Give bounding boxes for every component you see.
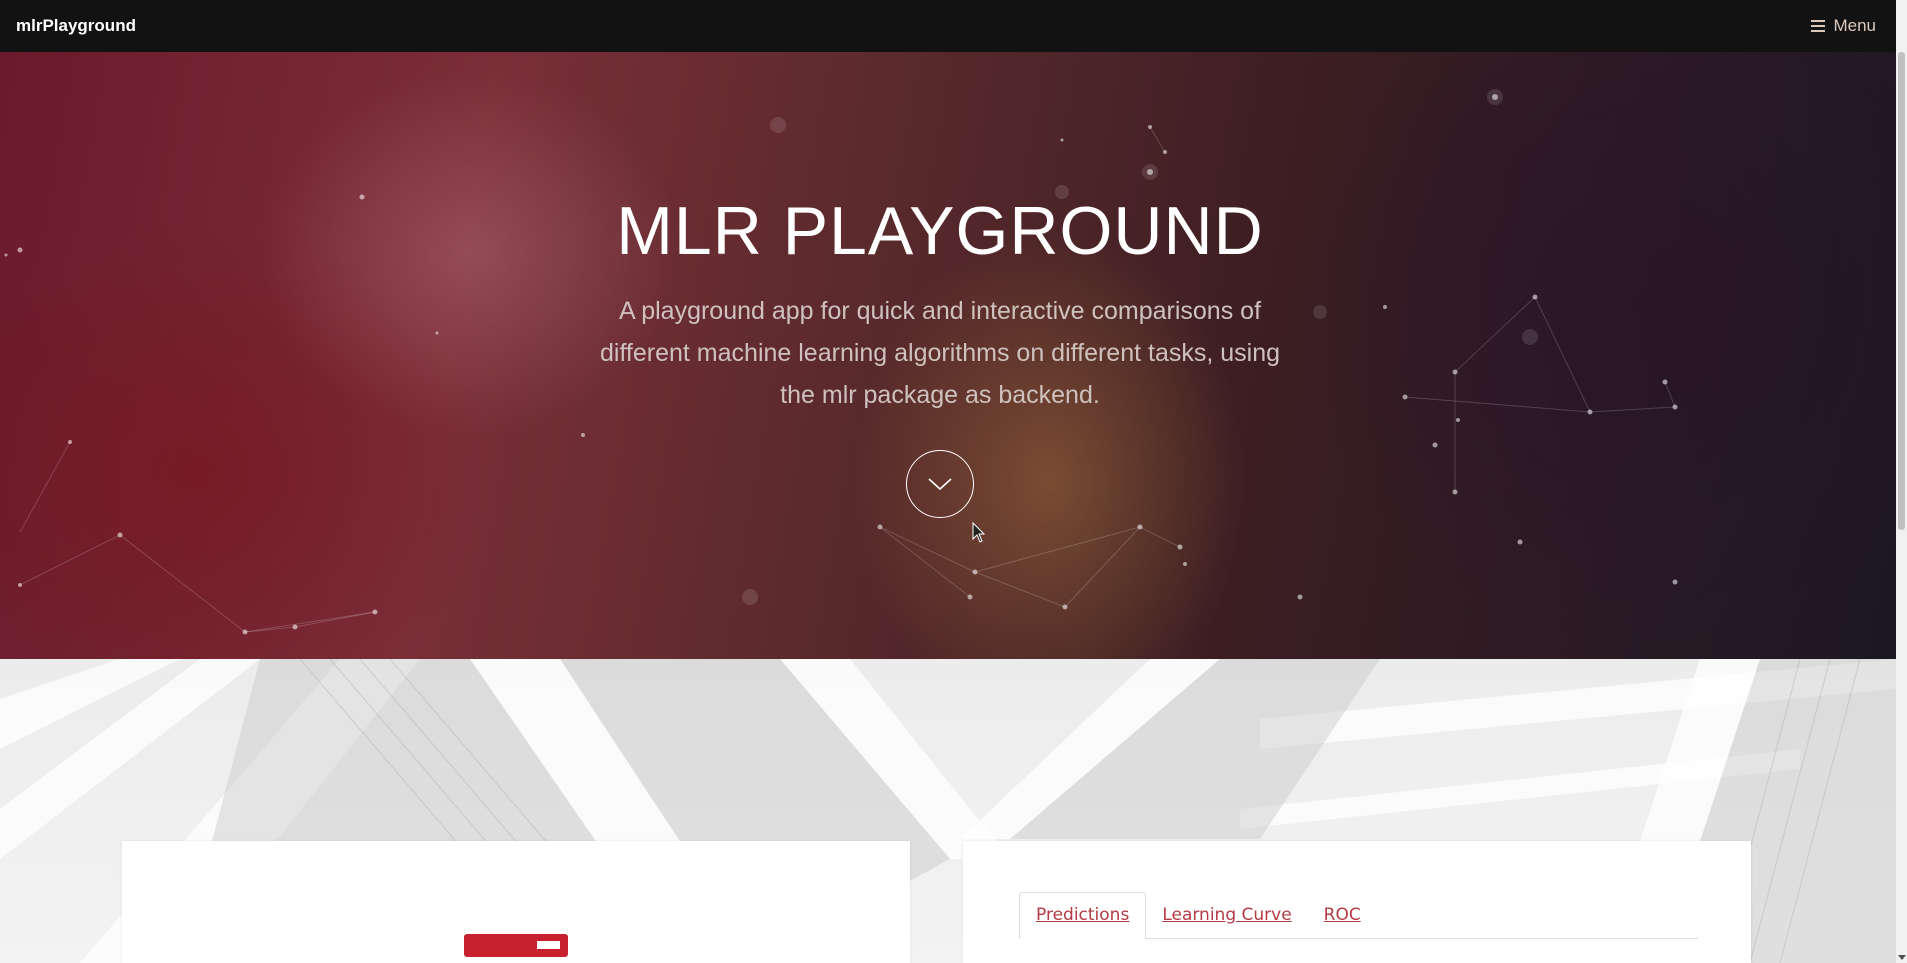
hero-title: MLR PLAYGROUND: [616, 193, 1264, 269]
page: mlrPlayground Menu MLR PLAYGROUND A play…: [0, 0, 1907, 963]
hero-subtitle: A playground app for quick and interacti…: [599, 297, 1281, 409]
mouse-cursor-icon: [972, 522, 986, 543]
menu-label: Menu: [1833, 16, 1876, 35]
tab-predictions[interactable]: Predictions: [1019, 892, 1147, 939]
scroll-down-button[interactable]: [906, 450, 974, 518]
hamburger-icon: [1811, 20, 1826, 32]
chevron-down-icon: [928, 478, 952, 491]
tab-roc[interactable]: ROC: [1308, 893, 1377, 938]
scroll-arrow-down-icon[interactable]: [1898, 955, 1906, 960]
content-section: Predictions Learning Curve ROC: [0, 659, 1896, 963]
top-navbar: mlrPlayground Menu: [0, 0, 1896, 52]
settings-card: [122, 841, 910, 963]
vertical-scrollbar[interactable]: [1896, 0, 1907, 963]
hero-section: MLR PLAYGROUND A playground app for quic…: [0, 52, 1896, 659]
brand-link[interactable]: mlrPlayground: [16, 16, 136, 36]
tab-learning-curve[interactable]: Learning Curve: [1146, 893, 1307, 938]
toggle-knob: [537, 941, 560, 949]
results-card: Predictions Learning Curve ROC: [963, 841, 1751, 963]
results-tabs: Predictions Learning Curve ROC: [1019, 892, 1698, 939]
toggle-button[interactable]: [464, 934, 568, 957]
menu-button[interactable]: Menu: [1811, 16, 1880, 36]
scrollbar-thumb[interactable]: [1898, 52, 1905, 530]
